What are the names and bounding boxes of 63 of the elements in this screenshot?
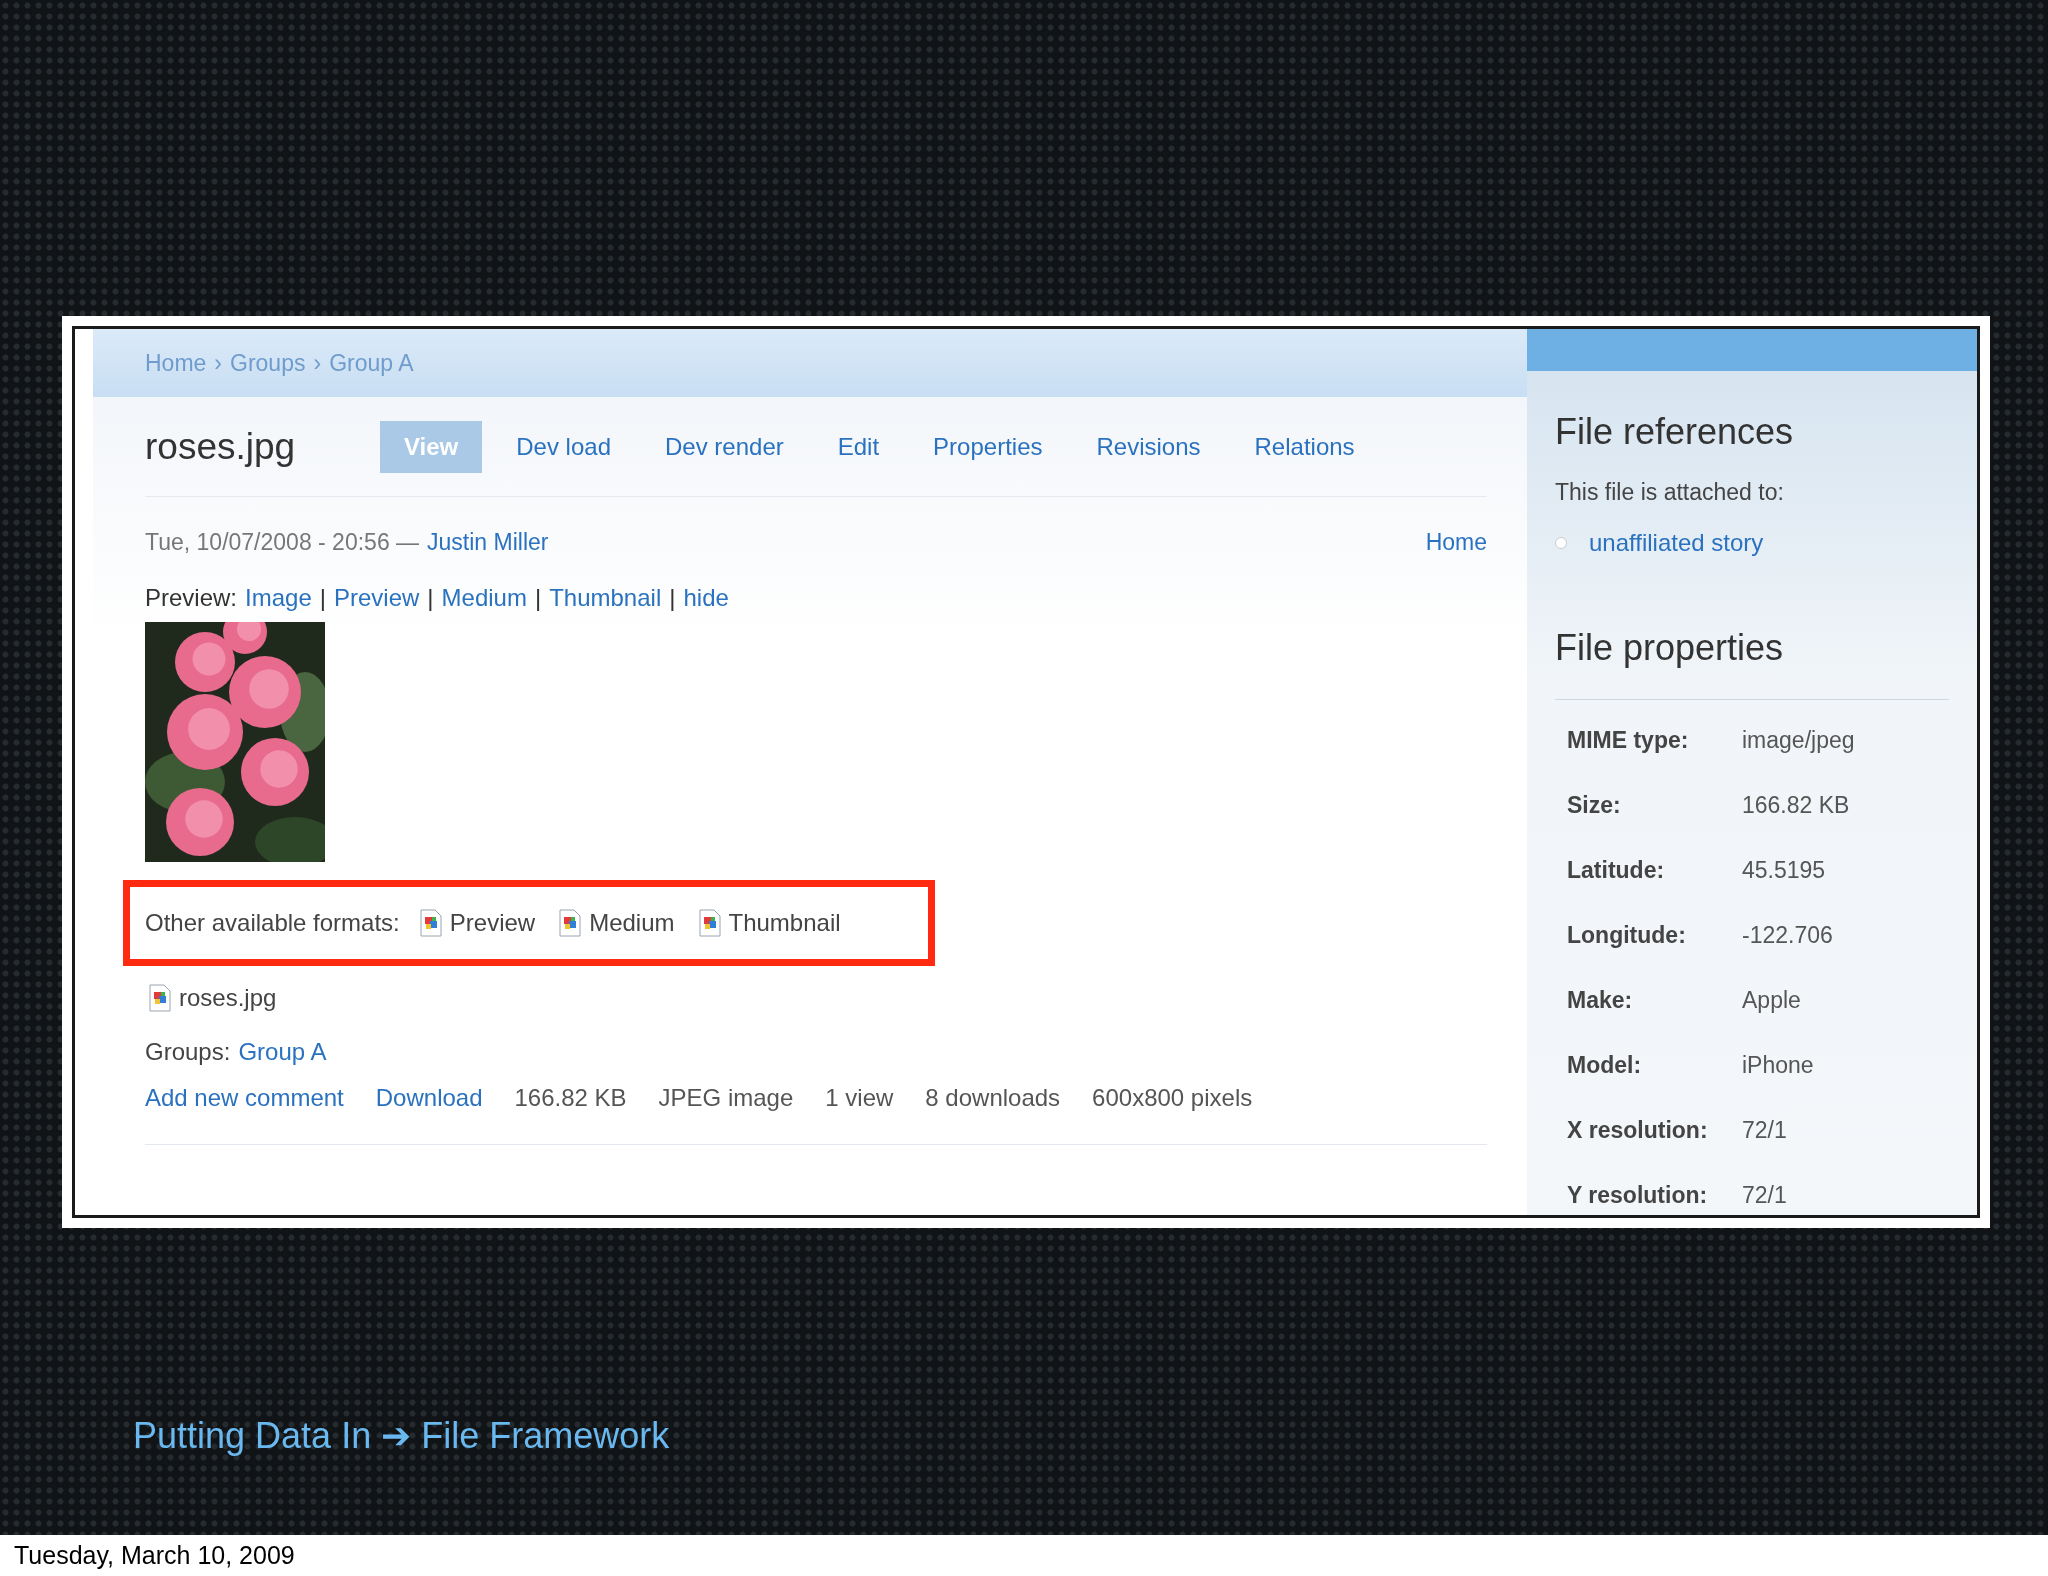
- preview-size-link[interactable]: Medium: [441, 579, 527, 616]
- tab[interactable]: Properties: [913, 420, 1063, 473]
- references-intro: This file is attached to:: [1555, 477, 1785, 507]
- tab[interactable]: Dev render: [645, 420, 804, 473]
- property-value: 72/1: [1742, 1115, 1788, 1145]
- property-label: Latitude:: [1567, 856, 1666, 885]
- breadcrumb-separator: ›: [313, 348, 322, 378]
- slide-caption: Putting Data In ➔ File Framework: [133, 1415, 670, 1456]
- preview-label: Preview:: [145, 582, 238, 613]
- link-separator: |: [319, 582, 326, 613]
- page-title: roses.jpg: [145, 424, 297, 469]
- reference-link[interactable]: unaffiliated story: [1589, 525, 1764, 561]
- formats-label: Other available formats:: [145, 907, 400, 938]
- property-label: Size:: [1567, 791, 1622, 820]
- file-info: 8 downloads: [925, 1082, 1061, 1113]
- tab[interactable]: Revisions: [1076, 420, 1221, 473]
- property-value: image/jpeg: [1742, 725, 1856, 755]
- format-link[interactable]: Thumbnail: [728, 904, 841, 941]
- file-info: 166.82 KB: [514, 1082, 627, 1113]
- author-link[interactable]: Justin Miller: [427, 525, 549, 560]
- tab[interactable]: Relations: [1234, 420, 1375, 473]
- link-separator: |: [427, 582, 434, 613]
- property-label: Longitude:: [1567, 921, 1687, 950]
- post-date: Tue, 10/07/2008 - 20:56 —: [145, 528, 420, 557]
- property-value: 166.82 KB: [1742, 790, 1851, 820]
- property-label: X resolution:: [1567, 1116, 1709, 1145]
- property-value: 72/1: [1742, 1180, 1788, 1210]
- format-link[interactable]: Preview: [449, 904, 536, 941]
- property-value: -122.706: [1742, 920, 1834, 950]
- properties-title: File properties: [1555, 621, 1949, 700]
- file-link[interactable]: roses.jpg: [179, 979, 277, 1016]
- property-value: Apple: [1742, 985, 1802, 1015]
- preview-size-link[interactable]: Thumbnail: [549, 579, 662, 616]
- preview-size-link[interactable]: Image: [245, 579, 312, 616]
- action-link[interactable]: Download: [375, 1079, 483, 1116]
- home-link[interactable]: Home: [1425, 525, 1487, 560]
- action-link[interactable]: Add new comment: [145, 1079, 344, 1116]
- preview-size-link[interactable]: hide: [683, 579, 729, 616]
- file-icon: [559, 908, 582, 937]
- breadcrumb-separator: ›: [214, 348, 223, 378]
- property-label: Model:: [1567, 1051, 1643, 1080]
- tab[interactable]: Dev load: [496, 420, 631, 473]
- property-value: iPhone: [1742, 1050, 1815, 1080]
- link-separator: |: [534, 582, 542, 613]
- tab[interactable]: Edit: [817, 420, 900, 473]
- file-info: 1 view: [825, 1082, 894, 1113]
- references-title: File references: [1555, 409, 1795, 454]
- file-info: 600x800 pixels: [1092, 1082, 1253, 1113]
- link-separator: |: [669, 582, 676, 613]
- property-label: MIME type:: [1567, 726, 1690, 755]
- property-label: Y resolution:: [1567, 1181, 1709, 1210]
- preview-size-link[interactable]: Preview: [333, 579, 420, 616]
- file-icon: [149, 983, 171, 1012]
- groups-label: Groups:: [145, 1036, 231, 1067]
- bullet-icon: [1555, 537, 1567, 549]
- file-icon: [419, 908, 442, 937]
- property-label: Make:: [1567, 986, 1634, 1015]
- property-value: 45.5195: [1742, 855, 1827, 885]
- file-info: JPEG image: [658, 1082, 794, 1113]
- format-link[interactable]: Medium: [589, 904, 675, 941]
- file-icon: [698, 908, 721, 937]
- footer-date: Tuesday, March 10, 2009: [14, 1539, 295, 1571]
- group-link[interactable]: Group A: [238, 1033, 327, 1070]
